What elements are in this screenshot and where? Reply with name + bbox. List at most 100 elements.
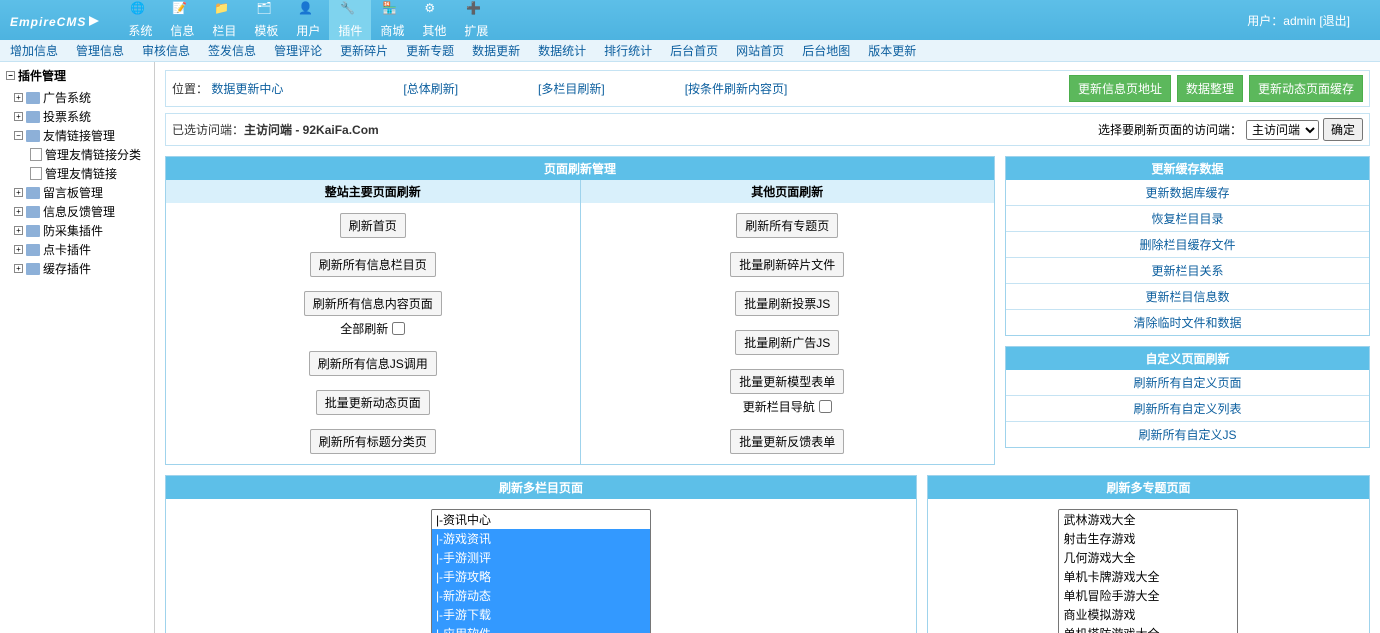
panel-title: 刷新多专题页面: [928, 476, 1369, 499]
folder-icon: [26, 187, 40, 199]
tree-toggle-icon[interactable]: +: [14, 188, 23, 197]
tree-item[interactable]: + 投票系统: [2, 107, 152, 126]
data-link[interactable]: 更新栏目关系: [1151, 264, 1223, 278]
refresh-button[interactable]: 刷新所有信息栏目页: [310, 252, 436, 277]
data-link[interactable]: 更新栏目信息数: [1145, 290, 1229, 304]
nav-插件[interactable]: 🔧插件: [329, 0, 371, 40]
submenu: 增加信息 管理信息 审核信息 签发信息 管理评论 更新碎片 更新专题 数据更新 数据统计 排行统计…: [0, 40, 1380, 62]
multi-topic-select[interactable]: 武林游戏大全射击生存游戏几何游戏大全单机卡牌游戏大全单机冒险手游大全商业模拟游戏…: [1058, 509, 1238, 633]
refresh-button[interactable]: 刷新所有信息JS调用: [309, 351, 437, 376]
folder-icon: [26, 130, 40, 142]
tree-toggle-icon[interactable]: +: [14, 93, 23, 102]
submenu-item[interactable]: 排行统计: [604, 42, 652, 59]
nav-icon: ⚙: [424, 1, 444, 21]
nav-用户[interactable]: 👤用户: [287, 0, 329, 40]
tree-label: 友情链接管理: [43, 127, 115, 144]
refresh-button[interactable]: 批量更新模型表单: [730, 369, 844, 394]
refresh-button[interactable]: 批量刷新碎片文件: [730, 252, 844, 277]
refresh-button[interactable]: 刷新所有标题分类页: [310, 429, 436, 454]
submenu-item[interactable]: 数据统计: [538, 42, 586, 59]
action-button[interactable]: 数据整理: [1177, 75, 1243, 102]
logout-link[interactable]: [退出]: [1319, 14, 1350, 28]
submenu-item[interactable]: 管理信息: [76, 42, 124, 59]
data-link[interactable]: 更新数据库缓存: [1145, 186, 1229, 200]
logo: EmpireCMS: [0, 9, 119, 32]
submenu-item[interactable]: 后台地图: [802, 42, 850, 59]
tree-toggle-icon[interactable]: +: [14, 207, 23, 216]
tree-toggle-icon[interactable]: +: [14, 245, 23, 254]
tree-item[interactable]: − 友情链接管理: [2, 126, 152, 145]
tree-item[interactable]: + 信息反馈管理: [2, 202, 152, 221]
tree-leaf[interactable]: 管理友情链接分类: [30, 145, 152, 164]
refresh-button[interactable]: 批量刷新投票JS: [735, 291, 839, 316]
quick-link[interactable]: [按条件刷新内容页]: [685, 80, 788, 97]
refresh-button[interactable]: 批量刷新广告JS: [735, 330, 839, 355]
submenu-item[interactable]: 后台首页: [670, 42, 718, 59]
page-icon: [30, 167, 42, 180]
col1-title: 整站主要页面刷新: [166, 180, 581, 203]
choose-confirm-button[interactable]: 确定: [1323, 118, 1363, 141]
tree-label: 留言板管理: [43, 184, 103, 201]
tree-item[interactable]: +广告系统: [2, 88, 152, 107]
submenu-item[interactable]: 审核信息: [142, 42, 190, 59]
custom-link[interactable]: 刷新所有自定义列表: [1133, 402, 1241, 416]
main-nav: 🌐系统📝信息📁栏目🗂模板👤用户🔧插件🏪商城⚙其他➕扩展: [119, 0, 497, 40]
refresh-button[interactable]: 刷新首页: [340, 213, 406, 238]
folder-icon: [26, 111, 40, 123]
multi-topic-panel: 刷新多专题页面 武林游戏大全射击生存游戏几何游戏大全单机卡牌游戏大全单机冒险手游…: [927, 475, 1370, 633]
submenu-item[interactable]: 网站首页: [736, 42, 784, 59]
submenu-item[interactable]: 更新专题: [406, 42, 454, 59]
user-info: 用户：admin [退出]: [1247, 12, 1380, 29]
nav-扩展[interactable]: ➕扩展: [455, 0, 497, 40]
submenu-item[interactable]: 管理评论: [274, 42, 322, 59]
submenu-item[interactable]: 版本更新: [868, 42, 916, 59]
data-link[interactable]: 恢复栏目目录: [1151, 212, 1223, 226]
tree-item[interactable]: + 留言板管理: [2, 183, 152, 202]
tree-label: 信息反馈管理: [43, 203, 115, 220]
action-button[interactable]: 更新动态页面缓存: [1249, 75, 1363, 102]
refresh-button[interactable]: 刷新所有专题页: [736, 213, 838, 238]
nav-icon: 🔧: [340, 1, 360, 21]
tree-item[interactable]: +点卡插件: [2, 240, 152, 259]
refresh-button[interactable]: 批量更新动态页面: [316, 390, 430, 415]
tree-toggle-icon[interactable]: +: [14, 112, 23, 121]
tree-item[interactable]: +缓存插件: [2, 259, 152, 278]
tree-label: 投票系统: [43, 108, 91, 125]
multi-column-select[interactable]: |-资讯中心 |-游戏资讯 |-手游测评 |-手游攻略 |-新游动态|-手游下载…: [431, 509, 651, 633]
nav-系统[interactable]: 🌐系统: [119, 0, 161, 40]
quick-link[interactable]: [总体刷新]: [403, 80, 458, 97]
nav-icon: 📝: [172, 1, 192, 21]
nav-商城[interactable]: 🏪商城: [371, 0, 413, 40]
nav-其他[interactable]: ⚙其他: [413, 0, 455, 40]
tree-toggle-icon[interactable]: −: [14, 131, 23, 140]
tree-toggle-icon[interactable]: +: [14, 264, 23, 273]
submenu-item[interactable]: 增加信息: [10, 42, 58, 59]
data-link[interactable]: 清除临时文件和数据: [1133, 316, 1241, 330]
action-button[interactable]: 更新信息页地址: [1069, 75, 1171, 102]
refresh-button[interactable]: 刷新所有信息内容页面: [304, 291, 442, 316]
nav-模板[interactable]: 🗂模板: [245, 0, 287, 40]
nav-栏目[interactable]: 📁栏目: [203, 0, 245, 40]
tree-leaf[interactable]: 管理友情链接: [30, 164, 152, 183]
all-refresh-checkbox[interactable]: [392, 322, 405, 335]
nav-信息[interactable]: 📝信息: [161, 0, 203, 40]
col2-title: 其他页面刷新: [581, 180, 995, 203]
data-link[interactable]: 删除栏目缓存文件: [1139, 238, 1235, 252]
submenu-item[interactable]: 更新碎片: [340, 42, 388, 59]
submenu-item[interactable]: 签发信息: [208, 42, 256, 59]
nav-icon: ➕: [466, 1, 486, 21]
custom-link[interactable]: 刷新所有自定义JS: [1138, 428, 1236, 442]
tree-toggle-icon[interactable]: +: [14, 226, 23, 235]
page-refresh-panel: 页面刷新管理 整站主要页面刷新 其他页面刷新 刷新首页刷新所有信息栏目页刷新所有…: [165, 156, 995, 465]
update-nav-checkbox[interactable]: [819, 400, 832, 413]
breadcrumb-link[interactable]: 数据更新中心: [211, 82, 283, 96]
choose-select[interactable]: 主访问端: [1246, 120, 1319, 140]
page-icon: [30, 148, 42, 161]
nav-label: 扩展: [464, 22, 488, 39]
tree-item[interactable]: + 防采集插件: [2, 221, 152, 240]
quick-link[interactable]: [多栏目刷新]: [538, 80, 605, 97]
submenu-item[interactable]: 数据更新: [472, 42, 520, 59]
refresh-button[interactable]: 批量更新反馈表单: [730, 429, 844, 454]
tree-label: 防采集插件: [43, 222, 103, 239]
custom-link[interactable]: 刷新所有自定义页面: [1133, 376, 1241, 390]
